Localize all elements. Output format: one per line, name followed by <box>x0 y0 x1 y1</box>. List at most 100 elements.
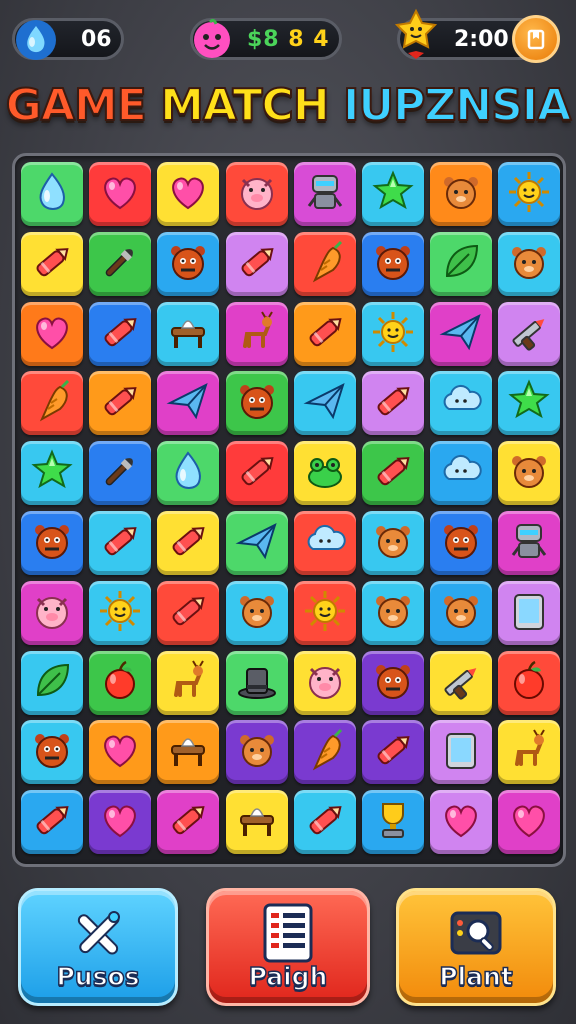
title-part-1: GAME <box>5 79 161 132</box>
board-tile[interactable] <box>225 650 288 715</box>
board-tile[interactable] <box>293 511 356 575</box>
board-tile[interactable] <box>362 720 424 785</box>
board-tile[interactable] <box>430 511 493 575</box>
board-tile[interactable] <box>293 650 356 715</box>
board-tile[interactable] <box>225 790 288 855</box>
board-tile[interactable] <box>225 301 288 366</box>
board-tile[interactable] <box>225 231 288 296</box>
board-tile[interactable] <box>157 580 220 645</box>
board-tile[interactable] <box>430 231 493 296</box>
plant-button[interactable]: Plant <box>396 888 556 1006</box>
board-tile[interactable] <box>89 162 152 226</box>
board-tile[interactable] <box>293 231 356 296</box>
board-tile[interactable] <box>293 720 356 785</box>
board-tile[interactable] <box>430 790 493 855</box>
crayon-icon <box>98 519 142 567</box>
board-tile[interactable] <box>157 371 220 436</box>
board-tile[interactable] <box>225 162 288 226</box>
board-tile[interactable] <box>430 580 493 645</box>
board-tile[interactable] <box>498 650 561 715</box>
board-tile[interactable] <box>21 162 83 226</box>
board-tile[interactable] <box>362 441 424 506</box>
board-tile[interactable] <box>362 162 424 226</box>
board-tile[interactable] <box>89 650 152 715</box>
board-tile[interactable] <box>498 720 561 785</box>
board-tile[interactable] <box>157 790 220 855</box>
board-tile[interactable] <box>21 371 83 436</box>
carrot-icon <box>303 728 347 776</box>
board-tile[interactable] <box>21 511 83 575</box>
paigh-button[interactable]: Paigh <box>206 888 370 1006</box>
board-tile[interactable] <box>21 231 83 296</box>
board-tile[interactable] <box>430 720 493 785</box>
board-tile[interactable] <box>293 371 356 436</box>
board-tile[interactable] <box>498 371 561 436</box>
board-tile[interactable] <box>21 720 83 785</box>
board-tile[interactable] <box>89 231 152 296</box>
board-tile[interactable] <box>293 441 356 506</box>
coins-counter: $8 8 4 <box>190 18 342 60</box>
board-tile[interactable] <box>362 580 424 645</box>
board-tile[interactable] <box>498 441 561 506</box>
robot-icon <box>507 519 551 567</box>
board-tile[interactable] <box>293 162 356 226</box>
board-tile[interactable] <box>89 441 152 506</box>
coins-suffix: 8 4 <box>288 27 330 52</box>
board-tile[interactable] <box>430 650 493 715</box>
board-tile[interactable] <box>89 371 152 436</box>
board-tile[interactable] <box>225 511 288 575</box>
board-tile[interactable] <box>362 790 424 855</box>
board-tile[interactable] <box>21 790 83 855</box>
lives-counter: 06 <box>12 18 124 60</box>
board-tile[interactable] <box>362 231 424 296</box>
board-tile[interactable] <box>21 441 83 506</box>
board-tile[interactable] <box>362 650 424 715</box>
board-tile[interactable] <box>225 720 288 785</box>
board-tile[interactable] <box>89 301 152 366</box>
board-tile[interactable] <box>21 301 83 366</box>
board-tile[interactable] <box>362 511 424 575</box>
board-tile[interactable] <box>89 790 152 855</box>
frog-icon <box>303 449 347 497</box>
board-tile[interactable] <box>498 231 561 296</box>
board-tile[interactable] <box>157 301 220 366</box>
monster-icon <box>166 240 210 288</box>
board-tile[interactable] <box>157 650 220 715</box>
board-tile[interactable] <box>430 301 493 366</box>
board-tile[interactable] <box>362 301 424 366</box>
board-tile[interactable] <box>498 790 561 855</box>
board-tile[interactable] <box>430 162 493 226</box>
board-tile[interactable] <box>89 580 152 645</box>
board-tile[interactable] <box>362 371 424 436</box>
board-tile[interactable] <box>225 371 288 436</box>
board-tile[interactable] <box>157 162 220 226</box>
board-tile[interactable] <box>89 511 152 575</box>
board-tile[interactable] <box>157 231 220 296</box>
board-tile[interactable] <box>498 162 561 226</box>
book-icon[interactable] <box>512 15 560 63</box>
board-tile[interactable] <box>21 650 83 715</box>
board-tile[interactable] <box>157 441 220 506</box>
board-tile[interactable] <box>498 511 561 575</box>
tablet-icon <box>507 589 551 637</box>
monster-icon <box>235 379 279 427</box>
board-tile[interactable] <box>157 720 220 785</box>
board-tile[interactable] <box>293 790 356 855</box>
monster-icon <box>439 519 483 567</box>
board-tile[interactable] <box>225 580 288 645</box>
bear-icon <box>371 519 415 567</box>
board-tile[interactable] <box>430 441 493 506</box>
board-tile[interactable] <box>89 720 152 785</box>
board-tile[interactable] <box>430 371 493 436</box>
board-tile[interactable] <box>21 580 83 645</box>
sun-icon <box>507 170 551 218</box>
pusos-button[interactable]: Pusos <box>18 888 178 1006</box>
board-tile[interactable] <box>498 580 561 645</box>
board-tile[interactable] <box>293 580 356 645</box>
board-tile[interactable] <box>225 441 288 506</box>
cloud-icon <box>303 519 347 567</box>
board-tile[interactable] <box>498 301 561 366</box>
cloud-icon <box>439 449 483 497</box>
board-tile[interactable] <box>157 511 220 575</box>
board-tile[interactable] <box>293 301 356 366</box>
